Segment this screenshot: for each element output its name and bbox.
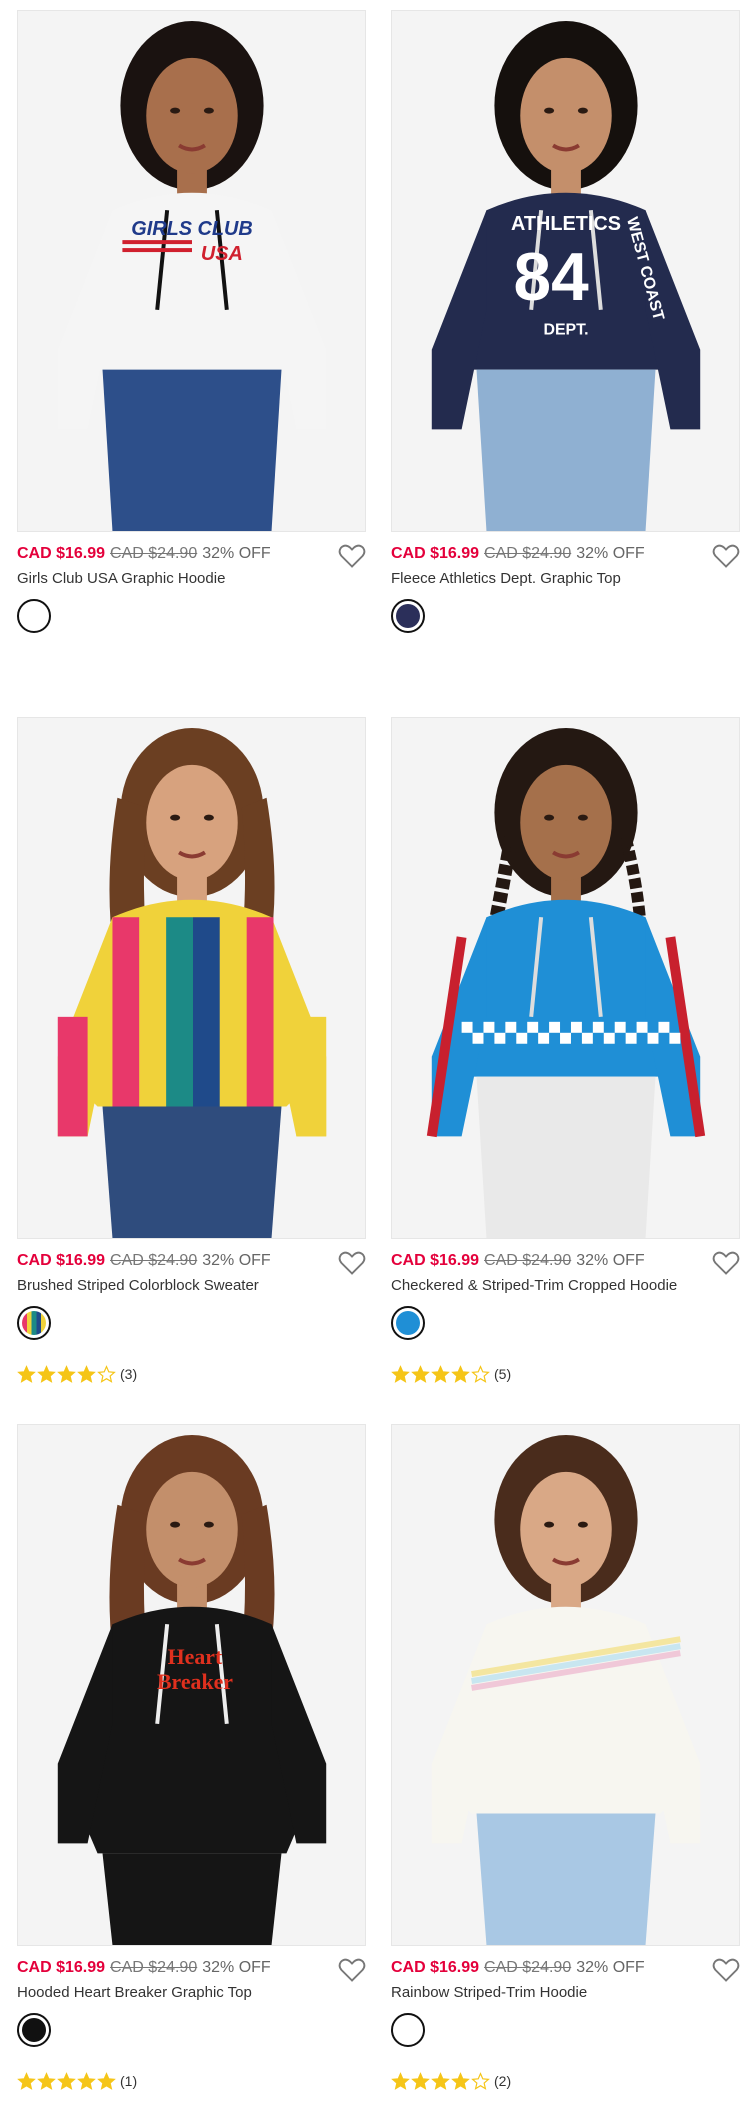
original-price: CAD $24.90 (110, 1959, 198, 1976)
product-card[interactable]: GIRLS CLUB USA CAD $16.99 CAD $24.90 32% OFF… (17, 10, 366, 690)
star-icon (57, 2071, 76, 2090)
star-icon (431, 1364, 450, 1383)
product-name[interactable]: Hooded Heart Breaker Graphic Top (17, 1983, 252, 2003)
star-icon (411, 1364, 430, 1383)
star-icon (17, 2071, 36, 2090)
heart-outline-icon[interactable] (712, 543, 740, 569)
review-count: (1) (120, 2073, 138, 2089)
price-row: CAD $16.99 CAD $24.90 32% OFF (17, 1957, 366, 1979)
color-swatch[interactable] (17, 599, 51, 633)
star-rating[interactable]: (5) (391, 1364, 511, 1384)
star-icon (391, 1364, 410, 1383)
product-card[interactable]: CAD $16.99 CAD $24.90 32% OFF Brushed Strip… (17, 717, 366, 1397)
discount-label: 32% OFF (202, 1252, 271, 1269)
star-icon (57, 1364, 76, 1383)
product-card[interactable]: Heart Breaker CAD $16.99 CAD $24.90 32% OFF H… (17, 1424, 366, 2104)
star-icon (411, 2071, 430, 2090)
product-card[interactable]: CAD $16.99 CAD $24.90 32% OFF Rainbow Strip… (391, 1424, 740, 2104)
product-image[interactable] (391, 1424, 740, 1946)
price-row: CAD $16.99 CAD $24.90 32% OFF (391, 1250, 740, 1272)
heart-outline-icon[interactable] (712, 1957, 740, 1983)
star-icon (77, 1364, 96, 1383)
sale-price: CAD $16.99 (391, 545, 480, 562)
discount-label: 32% OFF (576, 1252, 645, 1269)
color-swatch[interactable] (17, 1306, 51, 1340)
star-icon (77, 2071, 96, 2090)
original-price: CAD $24.90 (484, 1959, 572, 1976)
discount-label: 32% OFF (576, 545, 645, 562)
star-icon (431, 2071, 450, 2090)
star-icon (97, 1364, 116, 1383)
original-price: CAD $24.90 (484, 1252, 572, 1269)
review-count: (3) (120, 1366, 138, 1382)
star-icon (37, 2071, 56, 2090)
svg-text:84: 84 (513, 240, 589, 315)
product-card[interactable]: ATHLETICS 84 WEST COAST DEPT. CAD $16.99 CAD … (391, 10, 740, 690)
swatch-color (396, 604, 420, 628)
color-swatch[interactable] (391, 599, 425, 633)
star-icon (471, 1364, 490, 1383)
sale-price: CAD $16.99 (17, 1959, 106, 1976)
svg-text:DEPT.: DEPT. (543, 322, 588, 339)
color-swatch[interactable] (17, 2013, 51, 2047)
sale-price: CAD $16.99 (17, 545, 106, 562)
sale-price: CAD $16.99 (17, 1252, 106, 1269)
product-name[interactable]: Rainbow Striped-Trim Hoodie (391, 1983, 587, 2003)
heart-outline-icon[interactable] (338, 543, 366, 569)
product-name[interactable]: Girls Club USA Graphic Hoodie (17, 569, 225, 589)
price-row: CAD $16.99 CAD $24.90 32% OFF (17, 1250, 366, 1272)
svg-text:ATHLETICS: ATHLETICS (511, 213, 621, 235)
svg-text:Breaker: Breaker (157, 1669, 233, 1694)
discount-label: 32% OFF (576, 1959, 645, 1976)
star-icon (451, 2071, 470, 2090)
star-icon (451, 1364, 470, 1383)
svg-text:USA: USA (201, 243, 243, 265)
star-icon (471, 2071, 490, 2090)
product-name[interactable]: Fleece Athletics Dept. Graphic Top (391, 569, 621, 589)
heart-outline-icon[interactable] (712, 1250, 740, 1276)
sale-price: CAD $16.99 (391, 1252, 480, 1269)
product-image[interactable] (17, 717, 366, 1239)
original-price: CAD $24.90 (110, 1252, 198, 1269)
swatch-color (22, 604, 46, 628)
star-rating[interactable]: (1) (17, 2071, 137, 2091)
original-price: CAD $24.90 (110, 545, 198, 562)
product-image[interactable]: ATHLETICS 84 WEST COAST DEPT. (391, 10, 740, 532)
heart-outline-icon[interactable] (338, 1250, 366, 1276)
discount-label: 32% OFF (202, 1959, 271, 1976)
star-icon (97, 2071, 116, 2090)
star-icon (37, 1364, 56, 1383)
review-count: (5) (494, 1366, 512, 1382)
sale-price: CAD $16.99 (391, 1959, 480, 1976)
star-icon (17, 1364, 36, 1383)
star-rating[interactable]: (3) (17, 1364, 137, 1384)
color-swatch[interactable] (391, 1306, 425, 1340)
price-row: CAD $16.99 CAD $24.90 32% OFF (391, 543, 740, 565)
swatch-color (22, 1311, 46, 1335)
product-card[interactable]: CAD $16.99 CAD $24.90 32% OFF Checkered & S… (391, 717, 740, 1397)
swatch-color (396, 2018, 420, 2042)
product-image[interactable] (391, 717, 740, 1239)
color-swatch[interactable] (391, 2013, 425, 2047)
swatch-color (22, 2018, 46, 2042)
product-image[interactable]: Heart Breaker (17, 1424, 366, 1946)
original-price: CAD $24.90 (484, 545, 572, 562)
swatch-color (396, 1311, 420, 1335)
product-name[interactable]: Brushed Striped Colorblock Sweater (17, 1276, 259, 1296)
product-image[interactable]: GIRLS CLUB USA (17, 10, 366, 532)
star-rating[interactable]: (2) (391, 2071, 511, 2091)
svg-text:Heart: Heart (168, 1644, 223, 1669)
star-icon (391, 2071, 410, 2090)
product-name[interactable]: Checkered & Striped-Trim Cropped Hoodie (391, 1276, 677, 1296)
price-row: CAD $16.99 CAD $24.90 32% OFF (391, 1957, 740, 1979)
review-count: (2) (494, 2073, 512, 2089)
svg-text:GIRLS CLUB: GIRLS CLUB (131, 218, 252, 240)
discount-label: 32% OFF (202, 545, 271, 562)
heart-outline-icon[interactable] (338, 1957, 366, 1983)
price-row: CAD $16.99 CAD $24.90 32% OFF (17, 543, 366, 565)
